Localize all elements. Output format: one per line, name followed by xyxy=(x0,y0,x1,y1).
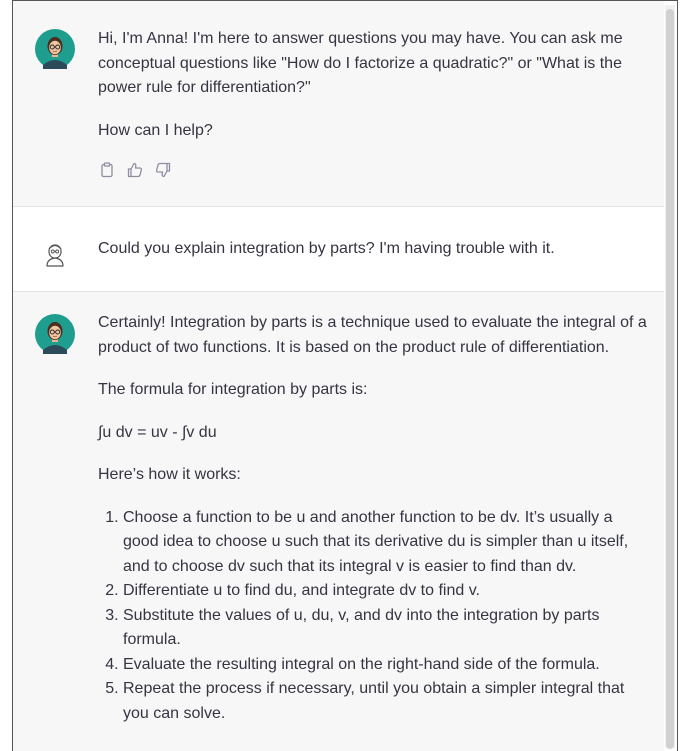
copy-icon[interactable] xyxy=(98,161,116,179)
message-paragraph: The formula for integration by parts is: xyxy=(98,381,368,398)
assistant-message: Certainly! Integration by parts is a tec… xyxy=(13,292,664,751)
anna-avatar xyxy=(35,314,75,354)
message-paragraph: Could you explain integration by parts? … xyxy=(98,240,555,257)
scrollbar-thumb[interactable] xyxy=(666,9,674,749)
scrollbar[interactable] xyxy=(665,5,675,749)
message-paragraph: Here’s how it works: xyxy=(98,466,241,483)
message-paragraph: Hi, I'm Anna! I'm here to answer questio… xyxy=(98,30,623,96)
anna-avatar xyxy=(35,29,75,69)
message-paragraph: Certainly! Integration by parts is a tec… xyxy=(98,314,647,356)
message-paragraph: How can I help? xyxy=(98,121,213,139)
list-item: Substitute the values of u, du, v, and d… xyxy=(123,604,650,653)
assistant-message: Hi, I'm Anna! I'm here to answer questio… xyxy=(13,1,664,207)
chat-window: Hi, I'm Anna! I'm here to answer questio… xyxy=(12,0,678,751)
formula: ∫u dv = uv - ∫v du xyxy=(98,423,217,441)
list-item: Evaluate the resulting integral on the r… xyxy=(123,653,650,678)
steps-list: Choose a function to be u and another fu… xyxy=(98,506,650,727)
list-item: Choose a function to be u and another fu… xyxy=(123,506,650,580)
user-avatar-icon xyxy=(46,244,64,267)
thumbs-down-icon[interactable] xyxy=(154,161,172,179)
list-item: Repeat the process if necessary, until y… xyxy=(123,677,650,726)
thumbs-up-icon[interactable] xyxy=(126,161,144,179)
user-message: Could you explain integration by parts? … xyxy=(13,207,664,292)
list-item: Differentiate u to find du, and integrat… xyxy=(123,579,650,604)
message-actions xyxy=(98,161,650,179)
chat-transcript[interactable]: Hi, I'm Anna! I'm here to answer questio… xyxy=(13,1,664,751)
